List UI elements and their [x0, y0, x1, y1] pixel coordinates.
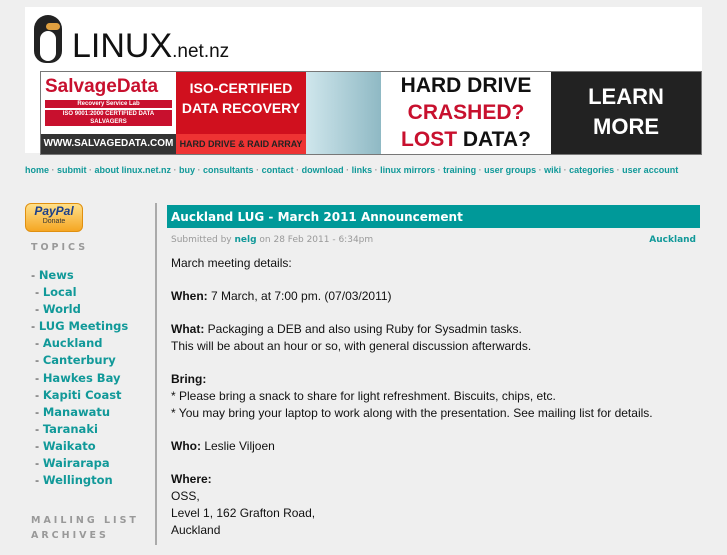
topic-link[interactable]: Canterbury	[43, 353, 116, 367]
article: Auckland LUG - March 2011 Announcement S…	[167, 205, 700, 555]
main-nav: home · submit · about linux.net.nz · buy…	[25, 165, 702, 175]
topic-link[interactable]: World	[43, 302, 81, 316]
category-link[interactable]: Auckland	[649, 235, 696, 245]
article-meta: Submitted by nelg on 28 Feb 2011 - 6:34p…	[171, 235, 696, 245]
article-body: March meeting details: When: 7 March, at…	[171, 256, 653, 537]
nav-separator: ·	[435, 165, 444, 175]
nav-link[interactable]: user account	[622, 165, 678, 175]
topic-link[interactable]: News	[39, 268, 74, 282]
topics-list: - News - Local - World - LUG Meetings - Auck…	[31, 267, 155, 489]
topic-item: - Manawatu	[35, 404, 111, 419]
article-title[interactable]: Auckland LUG - March 2011 Announcement	[171, 210, 463, 224]
topic-item: - Waikato	[35, 438, 96, 453]
nav-link[interactable]: consultants	[203, 165, 254, 175]
topic-item: - LUG Meetings	[31, 319, 129, 334]
nav-separator: ·	[49, 165, 58, 175]
site-header: LINUX.net.nz SalvageData Recovery Service…	[25, 7, 702, 155]
learn-more-button[interactable]: LEARN MORE	[551, 72, 701, 154]
topic-link[interactable]: Auckland	[43, 336, 103, 350]
topic-link[interactable]: Hawkes Bay	[43, 371, 121, 385]
topics-heading: TOPICS	[31, 242, 89, 253]
nav-link[interactable]: categories	[569, 165, 614, 175]
topic-link[interactable]: LUG Meetings	[39, 319, 128, 333]
topic-item: - Local	[35, 285, 77, 300]
logo-text: LINUX.net.nz	[72, 26, 230, 65]
nav-link[interactable]: links	[352, 165, 373, 175]
nav-link[interactable]: home	[25, 165, 49, 175]
nav-link[interactable]: wiki	[544, 165, 561, 175]
topic-link[interactable]: Taranaki	[43, 422, 98, 436]
site-logo[interactable]: LINUX.net.nz	[28, 11, 229, 67]
topic-link[interactable]: Kapiti Coast	[43, 388, 122, 402]
paypal-donate-button[interactable]: PayPal Donate	[25, 203, 83, 232]
nav-separator: ·	[561, 165, 570, 175]
nav-link[interactable]: download	[302, 165, 344, 175]
advertisement-banner[interactable]: SalvageData Recovery Service Lab ISO 9001:…	[40, 71, 702, 155]
topic-item: - Auckland	[35, 336, 103, 351]
tux-penguin-icon	[28, 11, 68, 67]
topic-item: - Kapiti Coast	[35, 387, 122, 402]
nav-link[interactable]: submit	[57, 165, 87, 175]
sidebar-divider	[155, 203, 157, 545]
nav-separator: ·	[195, 165, 204, 175]
topic-link[interactable]: Wairarapa	[43, 456, 110, 470]
nav-separator: ·	[293, 165, 302, 175]
topic-link[interactable]: Wellington	[43, 473, 113, 487]
nav-separator: ·	[476, 165, 485, 175]
nav-link[interactable]: about linux.net.nz	[95, 165, 172, 175]
nav-separator: ·	[86, 165, 95, 175]
author-link[interactable]: nelg	[234, 235, 256, 245]
topic-item: - Wellington	[35, 473, 113, 488]
topic-item: - World	[35, 302, 81, 317]
mailing-list-heading-2: ARCHIVES	[31, 530, 109, 542]
topic-item: - Wairarapa	[35, 456, 110, 471]
nav-link[interactable]: training	[443, 165, 476, 175]
nav-link[interactable]: contact	[262, 165, 294, 175]
topic-item: - Taranaki	[35, 421, 98, 436]
sidebar: PayPal Donate TOPICS - News - Local - World…	[25, 203, 155, 541]
nav-separator: ·	[536, 165, 545, 175]
topic-item: - News	[31, 268, 74, 282]
nav-separator: ·	[614, 165, 623, 175]
topic-item: - Hawkes Bay	[35, 370, 121, 385]
nav-link[interactable]: user groups	[484, 165, 536, 175]
mailing-list-heading: MAILING LIST	[31, 515, 139, 527]
topic-link[interactable]: Local	[43, 285, 77, 299]
nav-separator: ·	[372, 165, 381, 175]
nav-link[interactable]: linux mirrors	[380, 165, 435, 175]
ad-photo	[306, 72, 381, 154]
nav-link[interactable]: buy	[179, 165, 195, 175]
nav-separator: ·	[171, 165, 180, 175]
topic-link[interactable]: Manawatu	[43, 405, 110, 419]
topic-item: - Canterbury	[35, 353, 116, 368]
topic-link[interactable]: Waikato	[43, 439, 96, 453]
nav-separator: ·	[343, 165, 352, 175]
nav-separator: ·	[253, 165, 262, 175]
